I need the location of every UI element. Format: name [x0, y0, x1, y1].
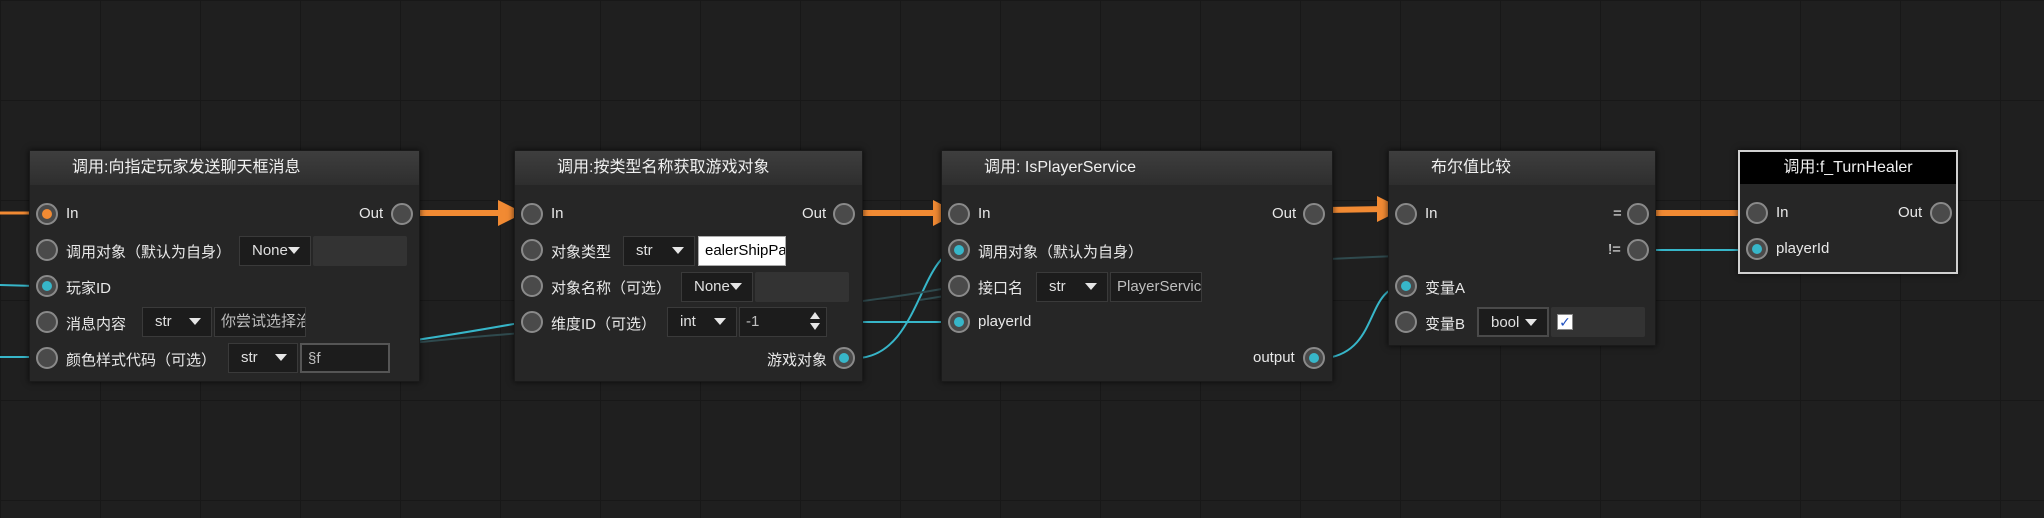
interface-type-select[interactable]: str — [1036, 272, 1108, 302]
object-name-extra — [755, 272, 849, 302]
object-name-pin[interactable] — [521, 275, 543, 297]
node-title[interactable]: 调用:按类型名称获取游戏对象 — [515, 151, 862, 185]
call-target-select[interactable]: None — [239, 236, 311, 266]
call-target-pin[interactable] — [36, 239, 58, 261]
message-label: 消息内容 — [66, 316, 127, 333]
interface-input[interactable]: PlayerService — [1110, 272, 1202, 302]
node-bool-compare[interactable]: 布尔值比较 In = != 变量A 变量B bool ✓ — [1388, 150, 1656, 346]
exec-in-pin[interactable] — [948, 203, 970, 225]
chevron-down-icon — [1085, 283, 1097, 290]
equal-out-pin[interactable] — [1627, 203, 1649, 225]
var-b-checkbox[interactable]: ✓ — [1557, 314, 1573, 330]
chevron-down-icon — [672, 247, 684, 254]
object-type-type: str — [636, 242, 653, 259]
color-input[interactable]: §f — [300, 343, 390, 373]
exec-out-pin[interactable] — [391, 203, 413, 225]
object-type-label: 对象类型 — [551, 244, 612, 261]
color-type-select[interactable]: str — [228, 343, 298, 373]
node-turn-healer[interactable]: 调用:f_TurnHealer In Out playerId — [1738, 150, 1958, 274]
dimension-value: -1 — [746, 313, 760, 330]
chevron-down-icon — [1525, 319, 1537, 326]
node-title[interactable]: 调用:向指定玩家发送聊天框消息 — [30, 151, 419, 185]
exec-out-pin[interactable] — [833, 203, 855, 225]
player-id-label: playerId — [978, 313, 1032, 330]
player-id-label: 玩家ID — [66, 280, 112, 297]
node-title[interactable]: 调用: IsPlayerService — [942, 151, 1332, 185]
out-label: Out — [802, 205, 827, 222]
out-label: Out — [359, 205, 384, 222]
output-label: 游戏对象 — [767, 352, 828, 369]
call-target-extra — [313, 236, 407, 266]
out-label: Out — [1898, 204, 1923, 221]
message-input[interactable]: 你尝试选择治 — [214, 307, 306, 337]
chevron-down-icon — [288, 247, 300, 254]
color-type-value: str — [241, 349, 258, 366]
exec-out-pin[interactable] — [1930, 202, 1952, 224]
player-id-pin[interactable] — [1746, 238, 1768, 260]
output-label: output — [1253, 349, 1295, 366]
var-b-pin[interactable] — [1395, 311, 1417, 333]
in-label: In — [551, 205, 564, 222]
color-label: 颜色样式代码（可选） — [66, 352, 217, 369]
equal-label: = — [1613, 205, 1622, 222]
node-title[interactable]: 布尔值比较 — [1389, 151, 1655, 185]
object-type-select[interactable]: str — [623, 236, 695, 266]
call-target-value: None — [252, 242, 288, 259]
node-get-object-by-type[interactable]: 调用:按类型名称获取游戏对象 In Out 对象类型 str ealerShip… — [514, 150, 863, 382]
chevron-down-icon — [189, 318, 201, 325]
dimension-pin[interactable] — [521, 311, 543, 333]
player-id-pin[interactable] — [36, 275, 58, 297]
chevron-down-icon — [714, 318, 726, 325]
object-type-input[interactable]: ealerShipPart — [698, 236, 786, 266]
dimension-type-select[interactable]: int — [667, 307, 737, 337]
exec-in-pin[interactable] — [1395, 203, 1417, 225]
interface-pin[interactable] — [948, 275, 970, 297]
object-name-select[interactable]: None — [681, 272, 753, 302]
output-pin[interactable] — [833, 347, 855, 369]
object-name-value: None — [694, 278, 730, 295]
dimension-input[interactable]: -1 — [739, 307, 827, 337]
call-target-label: 调用对象（默认为自身） — [66, 244, 232, 261]
var-a-label: 变量A — [1425, 280, 1466, 297]
var-a-pin[interactable] — [1395, 275, 1417, 297]
interface-type-value: str — [1049, 278, 1066, 295]
exec-in-pin[interactable] — [521, 203, 543, 225]
var-b-label: 变量B — [1425, 316, 1466, 333]
call-target-label: 调用对象（默认为自身） — [978, 244, 1144, 261]
color-pin[interactable] — [36, 347, 58, 369]
call-target-pin[interactable] — [948, 239, 970, 261]
in-label: In — [1425, 205, 1438, 222]
in-label: In — [1776, 204, 1789, 221]
exec-in-pin[interactable] — [36, 203, 58, 225]
node-send-chat-message[interactable]: 调用:向指定玩家发送聊天框消息 In Out 调用对象（默认为自身） None … — [29, 150, 420, 382]
in-label: In — [978, 205, 991, 222]
exec-out-pin[interactable] — [1303, 203, 1325, 225]
message-type-select[interactable]: str — [142, 307, 212, 337]
object-name-label: 对象名称（可选） — [551, 280, 672, 297]
spinner-icon[interactable] — [810, 312, 820, 332]
chevron-down-icon — [275, 354, 287, 361]
object-type-pin[interactable] — [521, 239, 543, 261]
node-title[interactable]: 调用:f_TurnHealer — [1740, 152, 1956, 184]
dimension-type-value: int — [680, 313, 696, 330]
node-is-player-service[interactable]: 调用: IsPlayerService In Out 调用对象（默认为自身） 接… — [941, 150, 1333, 382]
var-b-type-select[interactable]: bool — [1477, 307, 1549, 337]
exec-in-pin[interactable] — [1746, 202, 1768, 224]
not-equal-label: != — [1608, 241, 1621, 258]
message-type-value: str — [155, 313, 172, 330]
not-equal-out-pin[interactable] — [1627, 239, 1649, 261]
dimension-label: 维度ID（可选） — [551, 316, 657, 333]
var-b-type-value: bool — [1491, 314, 1520, 331]
message-pin[interactable] — [36, 311, 58, 333]
chevron-down-icon — [730, 283, 742, 290]
in-label: In — [66, 205, 79, 222]
player-id-label: playerId — [1776, 240, 1830, 257]
output-pin[interactable] — [1303, 347, 1325, 369]
out-label: Out — [1272, 205, 1297, 222]
exec-wire-3 — [1326, 206, 1386, 213]
interface-label: 接口名 — [978, 280, 1024, 297]
player-id-pin[interactable] — [948, 311, 970, 333]
